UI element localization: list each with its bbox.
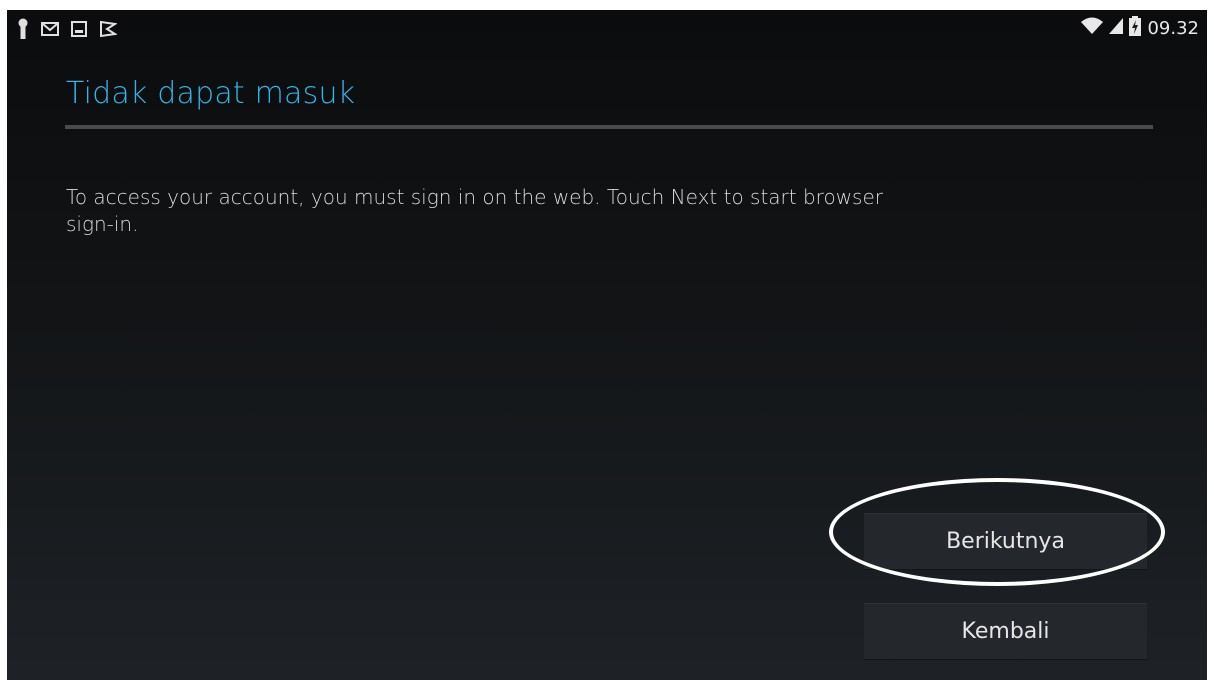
play-store-icon: [99, 20, 118, 42]
device-screen: 09.32 Tidak dapat masuk To access your a…: [7, 10, 1207, 680]
title-divider: [65, 125, 1153, 129]
notification-icons: [17, 18, 118, 44]
gmail-icon: [41, 21, 59, 41]
status-bar: 09.32: [7, 10, 1207, 50]
wifi-icon: [1081, 17, 1104, 40]
back-button[interactable]: Kembali: [864, 603, 1147, 660]
image-icon: [71, 21, 87, 41]
dialog-title: Tidak dapat masuk: [66, 76, 356, 111]
key-icon: [17, 18, 29, 44]
system-icons: 09.32: [1081, 16, 1199, 41]
clock: 09.32: [1147, 18, 1199, 39]
dialog-message: To access your account, you must sign in…: [66, 185, 883, 236]
signal-icon: [1109, 17, 1124, 40]
battery-charging-icon: [1129, 16, 1142, 41]
next-button[interactable]: Berikutnya: [864, 513, 1147, 570]
